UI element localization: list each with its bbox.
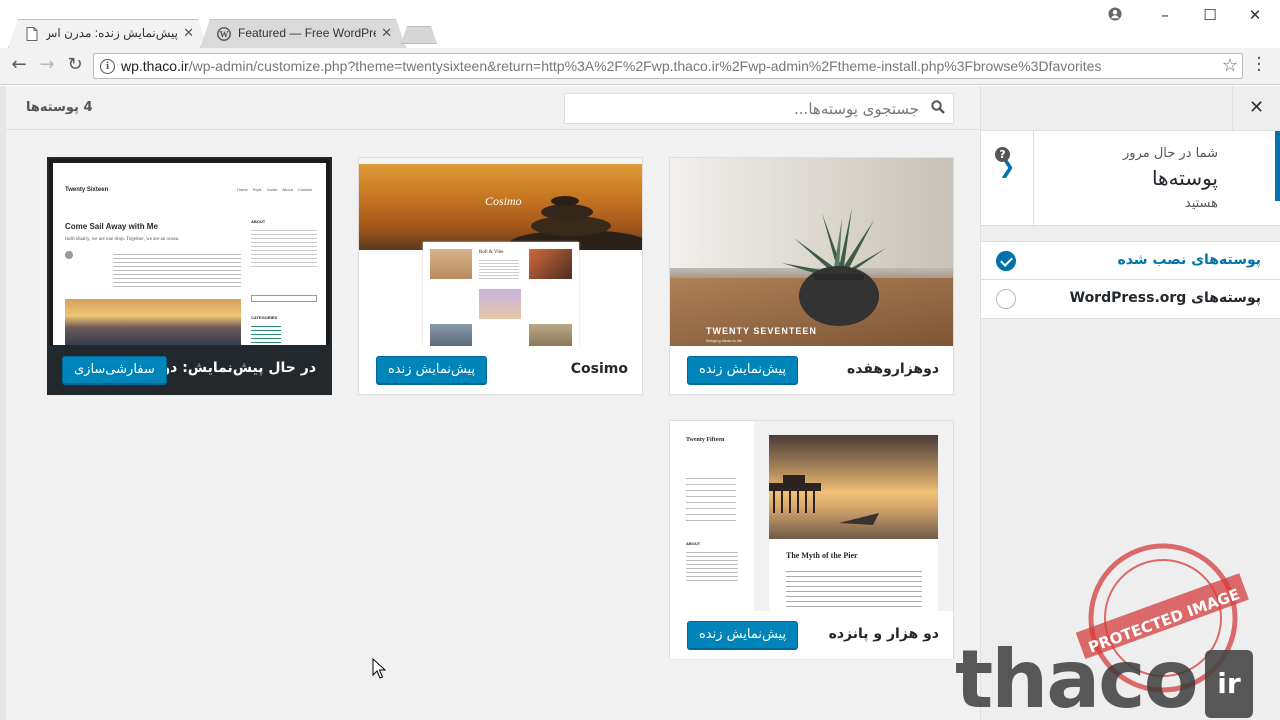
checked-radio-icon[interactable] [996,251,1016,271]
maximize-button[interactable]: ☐ [1187,6,1233,24]
tab-featured[interactable]: W Featured — Free WordPre ✕ [200,19,406,48]
source-label: پوسته‌های WordPress.org [1069,290,1261,306]
live-preview-button[interactable]: پیش‌نمایش زنده [687,356,799,384]
address-bar[interactable]: i wp.thaco.ir/wp-admin/customize.php?the… [93,53,1243,79]
shot-sidebar-heading: ABOUT [251,219,266,224]
rock-silhouette [509,196,642,250]
shot-tagline: Bringing ideas to life [706,338,743,343]
watermark-suffix: ir [1205,650,1253,718]
theme-card-bar: در حال پیش‌نمایش: دوهزار و سفارشی‌سازی [49,345,330,393]
profile-icon[interactable] [1108,7,1122,21]
section-subtitle-end: هستید [1184,196,1218,211]
theme-card-twentyfifteen[interactable]: Twenty Fifteen ABOUT The Myth of the Pie… [669,420,954,659]
bookmark-star-icon[interactable]: ☆ [1222,55,1238,76]
help-icon[interactable]: ? [995,147,1010,162]
close-tab-icon[interactable]: ✕ [183,25,194,41]
forward-button[interactable]: → [35,54,59,78]
reload-button[interactable]: ↻ [63,54,87,78]
theme-screenshot: Twenty Fifteen ABOUT The Myth of the Pie… [670,421,953,611]
tab-title: پیش‌نمایش زنده: مدرن اس [46,26,178,40]
shot-sidebar-heading: ABOUT [686,541,701,546]
theme-card-bar: Cosimo پیش‌نمایش زنده [359,346,642,394]
shot-site-title: Twenty Fifteen [686,437,725,443]
theme-card-cosimo[interactable]: Cosimo Roll & Vibe Cosimo پیش‌نمایش زنده [358,157,643,395]
shot-logo: Cosimo [485,194,522,208]
themes-browser: 4 پوسته‌ها Twenty Sixteen Home Style Gui… [0,86,980,720]
theme-name: Cosimo [570,361,628,377]
page-icon [26,27,38,41]
close-window-button[interactable]: ✕ [1232,6,1278,24]
browser-titlebar: پیش‌نمایش زنده: مدرن اس ✕ W Featured — F… [0,0,1280,48]
back-chevron-icon[interactable]: ❯ [981,131,1034,227]
shot-logo: TWENTY SEVENTEEN [706,326,817,336]
theme-card-bar: دو هزار و پانزده پیش‌نمایش زنده [670,611,953,659]
themes-header: 4 پوسته‌ها [6,86,980,130]
shot-post-title: Come Sail Away with Me [65,222,158,231]
wordpress-icon: W [217,27,231,41]
customize-button[interactable]: سفارشی‌سازی [62,356,167,384]
shot-sidebar-heading-2: CATEGORIES [251,315,278,320]
theme-name: دو هزار و پانزده [828,626,939,642]
shot-post-sub: Individually, we are one drop. Together,… [65,237,180,242]
url-path: /wp-admin/customize.php?theme=twentysixt… [188,58,1102,74]
unchecked-radio-icon[interactable] [996,289,1016,309]
url-text: wp.thaco.ir/wp-admin/customize.php?theme… [121,58,1101,74]
svg-text:W: W [220,30,229,40]
theme-screenshot: TWENTY SEVENTEEN Bringing ideas to life [670,158,953,346]
tab-title: Featured — Free WordPre [238,26,376,40]
watermark-logo: thaco [955,633,1199,720]
search-icon [931,100,945,114]
source-label: پوسته‌های نصب شده [1117,252,1261,268]
url-host: wp.thaco.ir [121,58,189,74]
tab-live-preview[interactable]: پیش‌نمایش زنده: مدرن اس ✕ [8,19,208,48]
theme-card-bar: دوهزاروهفده پیش‌نمایش زنده [670,346,953,394]
minimize-button[interactable]: – [1142,6,1188,24]
new-tab-button[interactable] [401,26,437,44]
section-subtitle: شما در حال مرور [1123,146,1218,161]
theme-source-list: پوسته‌های نصب شده پوسته‌های WordPress.or… [981,241,1280,319]
source-installed-themes[interactable]: پوسته‌های نصب شده [981,242,1280,280]
live-preview-button[interactable]: پیش‌نمایش زنده [687,621,799,649]
shot-nav: Home Style Guide About Contact [237,187,312,192]
close-tab-icon[interactable]: ✕ [381,25,392,41]
theme-search-input[interactable] [565,94,925,123]
theme-search[interactable] [564,93,954,124]
shot-post-title: Roll & Vibe [479,250,504,255]
site-info-icon[interactable]: i [100,59,115,74]
source-wordpress-org[interactable]: پوسته‌های WordPress.org [981,280,1280,318]
back-button[interactable]: ← [7,54,31,78]
shot-post-title: The Myth of the Pier [786,551,858,560]
plant-pot-image [782,208,886,326]
browser-toolbar: ← → ↻ i wp.thaco.ir/wp-admin/customize.p… [0,48,1280,85]
theme-card-twentysixteen[interactable]: Twenty Sixteen Home Style Guide About Co… [47,157,332,395]
theme-name: دوهزاروهفده [847,361,939,377]
shot-site-title: Twenty Sixteen [65,187,109,193]
theme-screenshot: Twenty Sixteen Home Style Guide About Co… [49,159,330,347]
theme-count: 4 پوسته‌ها [26,100,93,115]
close-customizer-button[interactable]: ✕ [1232,86,1280,130]
mouse-cursor-icon [372,658,386,679]
section-title: پوسته‌ها [1151,166,1218,190]
browser-menu-icon[interactable]: · · · [1254,50,1264,80]
pier-image [769,475,879,525]
active-section-indicator [1275,131,1280,201]
theme-screenshot: Cosimo Roll & Vibe [359,158,642,346]
live-preview-button[interactable]: پیش‌نمایش زنده [376,356,488,384]
themes-section-header: ❯ ? شما در حال مرور پوسته‌ها هستید [981,130,1280,227]
theme-card-twentyseventeen[interactable]: TWENTY SEVENTEEN Bringing ideas to life … [669,157,954,395]
